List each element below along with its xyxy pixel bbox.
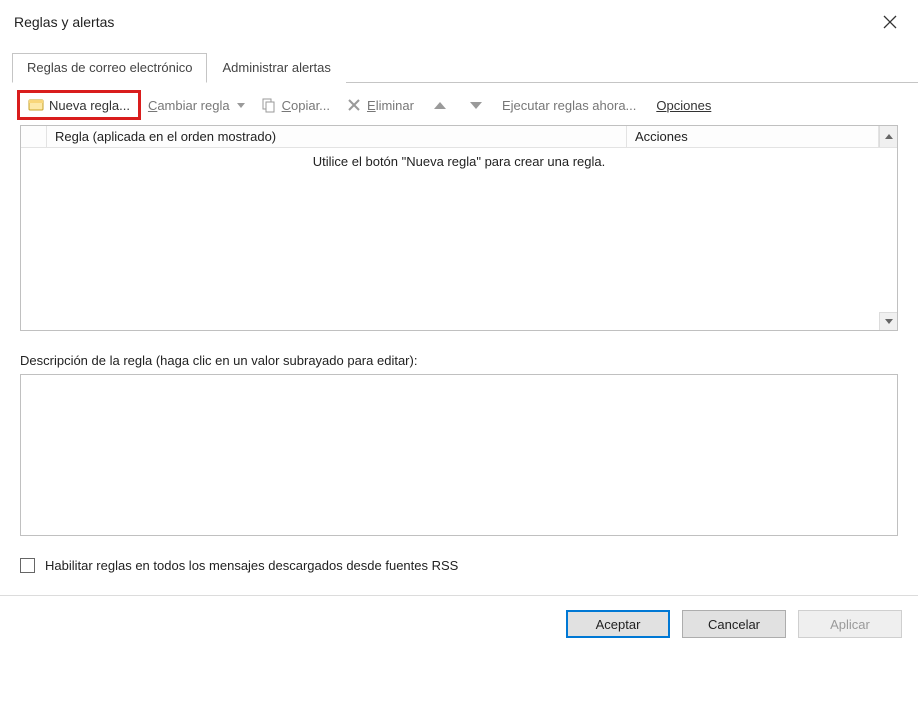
tab-strip: Reglas de correo electrónico Administrar… xyxy=(12,52,918,83)
run-rules-now-button[interactable]: Ejecutar reglas ahora... xyxy=(496,95,642,116)
scroll-up-button[interactable] xyxy=(879,126,897,147)
col-rule[interactable]: Regla (aplicada en el orden mostrado) xyxy=(47,126,627,147)
col-checkbox[interactable] xyxy=(21,126,47,147)
new-rule-icon xyxy=(28,97,44,113)
new-rule-button[interactable]: Nueva regla... xyxy=(20,93,138,117)
move-up-button[interactable] xyxy=(424,99,456,112)
enable-rss-label: Habilitar reglas en todos los mensajes d… xyxy=(45,558,458,573)
rules-list-body[interactable]: Utilice el botón "Nueva regla" para crea… xyxy=(21,148,897,330)
rules-list-header: Regla (aplicada en el orden mostrado) Ac… xyxy=(21,126,897,148)
arrow-up-icon xyxy=(434,102,446,109)
separator xyxy=(0,595,918,596)
caret-up-icon xyxy=(885,134,893,139)
col-actions[interactable]: Acciones xyxy=(627,126,879,147)
arrow-down-icon xyxy=(470,102,482,109)
empty-rules-message: Utilice el botón "Nueva regla" para crea… xyxy=(21,148,897,169)
tab-email-rules[interactable]: Reglas de correo electrónico xyxy=(12,53,207,83)
change-rule-label: Cambiar regla xyxy=(148,98,230,113)
delete-label: Eliminar xyxy=(367,98,414,113)
dialog-actions: Aceptar Cancelar Aplicar xyxy=(0,610,918,650)
description-box[interactable] xyxy=(20,374,898,536)
change-rule-button[interactable]: Cambiar regla xyxy=(142,95,251,116)
copy-icon xyxy=(261,97,277,113)
description-label: Descripción de la regla (haga clic en un… xyxy=(20,353,898,368)
move-down-button[interactable] xyxy=(460,99,492,112)
chevron-down-icon xyxy=(237,103,245,108)
close-button[interactable] xyxy=(878,10,902,34)
rss-checkbox-row: Habilitar reglas en todos los mensajes d… xyxy=(20,558,898,573)
delete-rule-button[interactable]: Eliminar xyxy=(340,94,420,116)
delete-icon xyxy=(346,97,362,113)
toolbar: Nueva regla... Cambiar regla Copiar... E… xyxy=(20,93,904,117)
copy-rule-button[interactable]: Copiar... xyxy=(255,94,336,116)
close-icon xyxy=(883,15,897,29)
copy-label: Copiar... xyxy=(282,98,330,113)
rules-list: Regla (aplicada en el orden mostrado) Ac… xyxy=(20,125,898,331)
scroll-down-button[interactable] xyxy=(879,312,897,330)
options-label: Opciones xyxy=(656,98,711,113)
tab-manage-alerts[interactable]: Administrar alertas xyxy=(207,53,345,83)
window-title: Reglas y alertas xyxy=(14,14,114,30)
caret-down-icon xyxy=(885,319,893,324)
options-button[interactable]: Opciones xyxy=(646,95,717,116)
new-rule-label: Nueva regla... xyxy=(49,98,130,113)
cancel-button[interactable]: Cancelar xyxy=(682,610,786,638)
enable-rss-checkbox[interactable] xyxy=(20,558,35,573)
run-rules-label: Ejecutar reglas ahora... xyxy=(502,98,636,113)
apply-button: Aplicar xyxy=(798,610,902,638)
ok-button[interactable]: Aceptar xyxy=(566,610,670,638)
